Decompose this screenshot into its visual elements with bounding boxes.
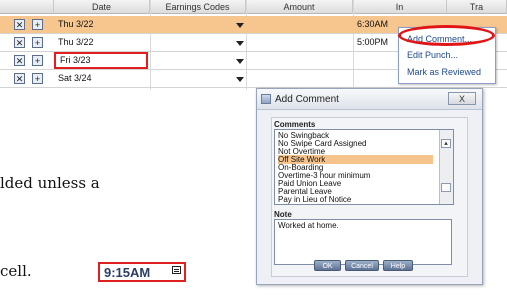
menu-item-edit-punch[interactable]: Edit Punch... [407, 50, 458, 60]
header-amount[interactable]: Amount [246, 0, 353, 14]
menu-item-mark-reviewed[interactable]: Mark as Reviewed [407, 67, 481, 77]
note-textarea[interactable]: Worked at home. [274, 219, 452, 265]
header-date[interactable]: Date [54, 0, 150, 14]
header-transfer[interactable]: Tra [447, 0, 507, 14]
delete-row-icon[interactable]: ✕ [14, 19, 25, 30]
date-cell[interactable]: Thu 3/22 [54, 16, 148, 33]
delete-row-icon[interactable]: ✕ [14, 55, 25, 66]
delete-row-icon[interactable]: ✕ [14, 37, 25, 48]
time-cell-example: 9:15AM [98, 262, 186, 282]
comments-label: Comments [274, 120, 316, 129]
add-row-icon[interactable]: + [32, 55, 43, 66]
comment-indicator-icon [172, 266, 181, 274]
add-row-icon[interactable]: + [32, 73, 43, 84]
dialog-window-icon [261, 94, 271, 104]
comments-listbox[interactable]: No Swingback No Swipe Card Assigned Not … [274, 129, 454, 205]
earnings-code-dropdown-icon[interactable] [236, 59, 244, 64]
add-row-icon[interactable]: + [32, 19, 43, 30]
add-row-icon[interactable]: + [32, 37, 43, 48]
add-comment-dialog: Add Comment X Comments No Swingback No S… [256, 88, 483, 285]
date-cell-highlighted[interactable]: Fri 3/23 [54, 52, 148, 69]
header-in[interactable]: In [353, 0, 447, 14]
close-button[interactable]: X [448, 92, 476, 105]
dialog-title: Add Comment [275, 94, 339, 105]
delete-row-icon[interactable]: ✕ [14, 73, 25, 84]
time-value: 9:15AM [104, 265, 151, 280]
help-button[interactable]: Help [383, 260, 413, 271]
earnings-code-dropdown-icon[interactable] [236, 41, 244, 46]
dialog-titlebar[interactable]: Add Comment X [257, 89, 482, 110]
body-text-line: lded unless a [0, 174, 100, 192]
header-actions [0, 0, 54, 14]
date-cell[interactable]: Sat 3/24 [54, 70, 148, 87]
scroll-thumb[interactable] [441, 183, 451, 192]
cancel-button[interactable]: Cancel [345, 260, 379, 271]
earnings-code-dropdown-icon[interactable] [236, 77, 244, 82]
date-cell[interactable]: Thu 3/22 [54, 34, 148, 51]
earnings-code-dropdown-icon[interactable] [236, 23, 244, 28]
list-item[interactable]: Pay in Lieu of Notice [278, 195, 433, 204]
ok-button[interactable]: OK [314, 260, 341, 271]
scroll-up-icon[interactable]: ▴ [441, 139, 451, 148]
in-time-cell[interactable]: 6:30AM [357, 16, 388, 33]
highlight-oval [398, 25, 495, 46]
in-time-cell[interactable]: 5:00PM [357, 34, 388, 51]
dialog-content-panel: Comments No Swingback No Swipe Card Assi… [271, 117, 468, 277]
note-label: Note [274, 210, 292, 219]
body-text-line: cell. [0, 262, 32, 280]
header-earnings-codes[interactable]: Earnings Codes [150, 0, 246, 14]
